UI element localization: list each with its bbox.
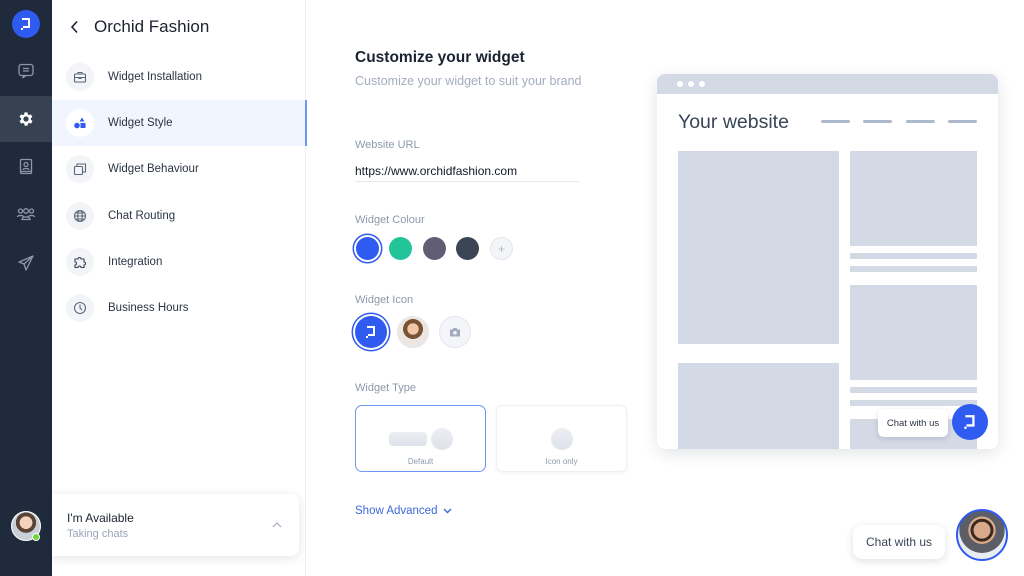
shapes-icon — [74, 117, 86, 129]
preview-nav-line — [821, 120, 850, 123]
sidebar-item-integration[interactable]: Integration — [52, 239, 306, 285]
preview-block — [850, 151, 977, 246]
sidebar-item-label: Business Hours — [108, 302, 189, 314]
colour-swatch-blue[interactable] — [356, 237, 379, 260]
website-url-input[interactable] — [355, 160, 579, 182]
sidebar-item-chat-routing[interactable]: Chat Routing — [52, 193, 306, 239]
sidebar-item-label: Chat Routing — [108, 210, 176, 222]
chat-icon — [18, 63, 34, 79]
clock-icon — [73, 301, 87, 315]
settings-sidebar: Orchid Fashion Widget Installation Widge… — [52, 0, 307, 576]
rail-item-chats[interactable] — [0, 48, 52, 94]
preview-block — [850, 285, 977, 380]
preview-chat-bubble: Chat with us — [878, 409, 948, 437]
widget-icon-option-upload[interactable] — [439, 316, 471, 348]
team-icon — [16, 208, 36, 221]
sidebar-item-label: Widget Style — [108, 117, 173, 129]
logo-icon — [21, 18, 30, 30]
status-title: I'm Available — [67, 510, 134, 525]
sidebar-item-label: Widget Installation — [108, 71, 202, 83]
colour-swatch-slate[interactable] — [456, 237, 479, 260]
preview-block — [678, 363, 839, 449]
page-title: Customize your widget — [355, 49, 525, 66]
widget-type-label-text: Icon only — [545, 457, 578, 466]
preview-text-line — [850, 253, 977, 259]
sidebar-item-label: Integration — [108, 256, 163, 268]
globe-icon — [73, 209, 87, 223]
camera-icon — [450, 328, 460, 337]
widget-icon-option-photo[interactable] — [397, 316, 429, 348]
browser-title-bar — [657, 74, 998, 94]
preview-nav-line — [906, 120, 935, 123]
preview-site-title: Your website — [678, 111, 789, 133]
rail-item-contacts[interactable] — [0, 144, 52, 190]
widget-colour-label: Widget Colour — [355, 214, 425, 226]
chat-agent-avatar[interactable] — [956, 509, 1008, 561]
preview-nav-line — [863, 120, 892, 123]
show-advanced-link[interactable]: Show Advanced — [355, 505, 452, 517]
icon-rail — [0, 0, 52, 576]
status-subtitle: Taking chats — [67, 527, 129, 540]
puzzle-icon — [74, 257, 86, 269]
preview-chat-launcher — [952, 404, 988, 440]
sidebar-header: Orchid Fashion — [70, 17, 209, 37]
widget-type-label: Widget Type — [355, 382, 416, 394]
preview-text-line — [850, 266, 977, 272]
sidebar-item-widget-behaviour[interactable]: Widget Behaviour — [52, 146, 306, 192]
sidebar-item-business-hours[interactable]: Business Hours — [52, 285, 306, 331]
sidebar-item-widget-installation[interactable]: Widget Installation — [52, 54, 306, 100]
gear-icon — [19, 112, 33, 126]
sidebar-item-widget-style[interactable]: Widget Style — [52, 100, 307, 146]
preview-block — [678, 151, 839, 344]
widget-icon-label: Widget Icon — [355, 294, 414, 306]
chevron-left-icon — [70, 20, 78, 34]
back-button[interactable] — [70, 20, 80, 34]
sidebar-item-label: Widget Behaviour — [108, 163, 199, 175]
widget-type-icon-only[interactable]: Icon only — [496, 405, 627, 472]
rail-item-campaigns[interactable] — [0, 240, 52, 286]
preview-text-line — [850, 400, 977, 406]
website-preview: Your website — [657, 74, 998, 449]
colour-swatch-purple-grey[interactable] — [423, 237, 446, 260]
logo-icon — [366, 326, 375, 338]
chat-with-us-bubble[interactable]: Chat with us — [853, 525, 945, 559]
chevron-up-icon[interactable] — [272, 521, 282, 528]
app-logo[interactable] — [12, 10, 40, 38]
rail-item-settings[interactable] — [0, 96, 52, 142]
logo-icon — [964, 415, 975, 429]
widget-icon-option-logo[interactable] — [355, 316, 387, 348]
preview-nav-line — [948, 120, 977, 123]
colour-swatch-green[interactable] — [389, 237, 412, 260]
windows-icon — [73, 163, 87, 176]
chevron-down-icon — [443, 508, 452, 514]
paper-plane-icon — [18, 255, 34, 271]
page-subtitle: Customize your widget to suit your brand — [355, 74, 582, 88]
widget-type-default[interactable]: Default — [355, 405, 486, 472]
website-url-label: Website URL — [355, 139, 420, 151]
online-status-dot — [32, 533, 40, 541]
preview-text-line — [850, 387, 977, 393]
rail-item-team[interactable] — [0, 192, 52, 238]
contact-book-icon — [19, 158, 33, 175]
availability-status-card[interactable]: I'm Available Taking chats — [52, 494, 299, 556]
add-colour-button[interactable]: + — [490, 237, 513, 260]
widget-type-label-text: Default — [407, 457, 434, 466]
briefcase-icon — [73, 71, 87, 83]
sidebar-title: Orchid Fashion — [94, 17, 210, 36]
